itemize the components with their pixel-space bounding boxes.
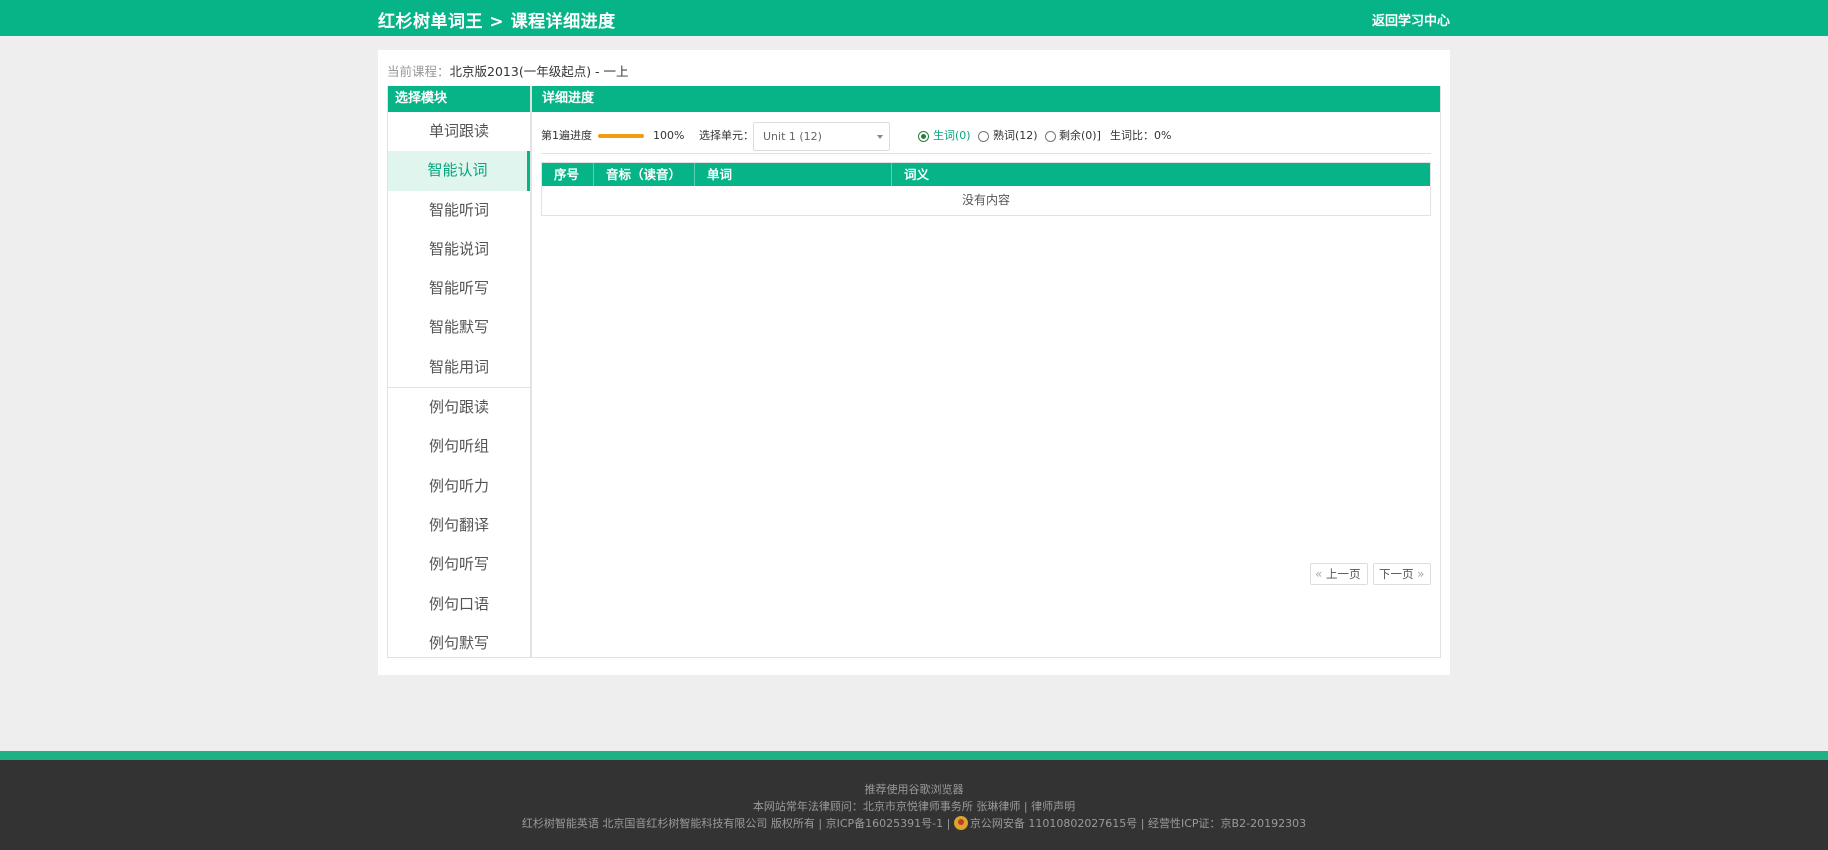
sidebar-title: 选择模块 [388, 86, 530, 112]
column-header-phonetic: 音标（读音） [594, 163, 695, 186]
unit-select-label: 选择单元： [699, 129, 754, 142]
module-sidebar: 选择模块 单词跟读 智能认词 智能听词 智能说词 智能听写 智能默写 智能用词 … [387, 86, 531, 658]
progress-percent: 100% [653, 129, 685, 142]
content-card: 当前课程：北京版2013(一年级起点) - 一上 选择模块 单词跟读 智能认词 … [378, 50, 1450, 675]
footer-legal-counsel[interactable]: 本网站常年法律顾问：北京市京悦律师事务所 张琳律师 | 律师声明 [0, 798, 1828, 814]
footer-copyright: 红杉树智能英语 北京国音红杉树智能科技有限公司 版权所有 | 京ICP备1602… [0, 815, 1828, 831]
remaining-words-label[interactable]: 剩余(0)] [1059, 122, 1101, 150]
sidebar-item-sentence-dictation[interactable]: 例句听写 [388, 545, 530, 584]
next-page-button[interactable]: 下一页 » [1373, 563, 1431, 585]
column-header-meaning: 词义 [904, 167, 930, 182]
empty-state: 没有内容 [961, 193, 1010, 207]
column-header-word: 单词 [695, 163, 892, 186]
footer-copyright-text[interactable]: 红杉树智能英语 北京国音红杉树智能科技有限公司 版权所有 | 京ICP备1602… [522, 817, 950, 830]
detail-panel-title: 详细进度 [532, 86, 1440, 112]
top-bar: 红杉树单词王 > 课程详细进度 返回学习中心 [0, 0, 1828, 36]
known-words-label[interactable]: 熟词(12) [993, 122, 1038, 150]
progress-toolbar: 第1遍进度 100% 选择单元： Unit 1 (12) 生词(0) 熟词(12… [541, 122, 1431, 154]
detail-panel: 详细进度 第1遍进度 100% 选择单元： Unit 1 (12) 生词(0) … [531, 86, 1441, 658]
new-word-ratio: 生词比：0% [1110, 129, 1172, 142]
page-title: 红杉树单词王 > 课程详细进度 [378, 12, 616, 32]
table-header: 序号 音标（读音） 单词 词义 [542, 163, 1430, 186]
sidebar-item-smart-listen-word[interactable]: 智能听词 [388, 191, 530, 230]
column-header-index: 序号 [542, 163, 594, 186]
prev-page-button[interactable]: « 上一页 [1310, 563, 1368, 585]
word-table: 序号 音标（读音） 单词 词义 没有内容 [541, 162, 1431, 216]
footer: 推荐使用谷歌浏览器 本网站常年法律顾问：北京市京悦律师事务所 张琳律师 | 律师… [0, 760, 1828, 850]
sidebar-item-sentence-listening[interactable]: 例句听力 [388, 467, 530, 506]
current-course-value: 北京版2013(一年级起点) - 一上 [449, 64, 629, 79]
new-words-label[interactable]: 生词(0) [933, 122, 971, 150]
current-course: 当前课程：北京版2013(一年级起点) - 一上 [387, 61, 629, 80]
sidebar-item-smart-silent-write[interactable]: 智能默写 [388, 308, 530, 347]
double-chevron-left-icon: « [1315, 567, 1323, 581]
next-page-label: 下一页 [1379, 567, 1414, 581]
footer-browser-tip: 推荐使用谷歌浏览器 [864, 783, 964, 796]
current-course-label: 当前课程： [387, 64, 450, 79]
sidebar-item-smart-dictation[interactable]: 智能听写 [388, 269, 530, 308]
sidebar-item-sentence-listen-group[interactable]: 例句听组 [388, 427, 530, 466]
progress-bar [598, 134, 644, 138]
sidebar-item-smart-use-word[interactable]: 智能用词 [388, 348, 530, 387]
new-words-radio[interactable] [918, 131, 929, 142]
police-badge-icon [953, 816, 968, 830]
back-to-learning-center-link[interactable]: 返回学习中心 [1372, 10, 1450, 29]
known-words-radio[interactable] [978, 131, 989, 142]
footer-accent-line [0, 751, 1828, 760]
unit-select-value: Unit 1 (12) [763, 130, 822, 143]
progress-bar-fill [598, 134, 644, 138]
sidebar-item-sentence-translate[interactable]: 例句翻译 [388, 506, 530, 545]
unit-select[interactable]: Unit 1 (12) [753, 122, 890, 151]
sidebar-item-smart-recognize[interactable]: 智能认词 [388, 151, 530, 191]
sidebar-item-word-follow-read[interactable]: 单词跟读 [388, 112, 530, 151]
sidebar-item-sentence-follow-read[interactable]: 例句跟读 [388, 388, 530, 427]
sidebar-item-smart-speak-word[interactable]: 智能说词 [388, 230, 530, 269]
caret-down-icon [877, 135, 883, 139]
double-chevron-right-icon: » [1417, 567, 1425, 581]
sidebar-group-words: 单词跟读 智能认词 智能听词 智能说词 智能听写 智能默写 智能用词 [388, 112, 530, 389]
sidebar-group-sentences: 例句跟读 例句听组 例句听力 例句翻译 例句听写 例句口语 例句默写 [388, 388, 530, 657]
progress-label: 第1遍进度 [541, 129, 592, 142]
sidebar-item-sentence-oral[interactable]: 例句口语 [388, 585, 530, 624]
remaining-words-radio[interactable] [1045, 131, 1056, 142]
sidebar-item-sentence-silent-write[interactable]: 例句默写 [388, 624, 530, 657]
prev-page-label: 上一页 [1326, 567, 1361, 581]
footer-public-security-text[interactable]: 京公网安备 11010802027615号 | 经营性ICP证：京B2-2019… [970, 817, 1306, 830]
